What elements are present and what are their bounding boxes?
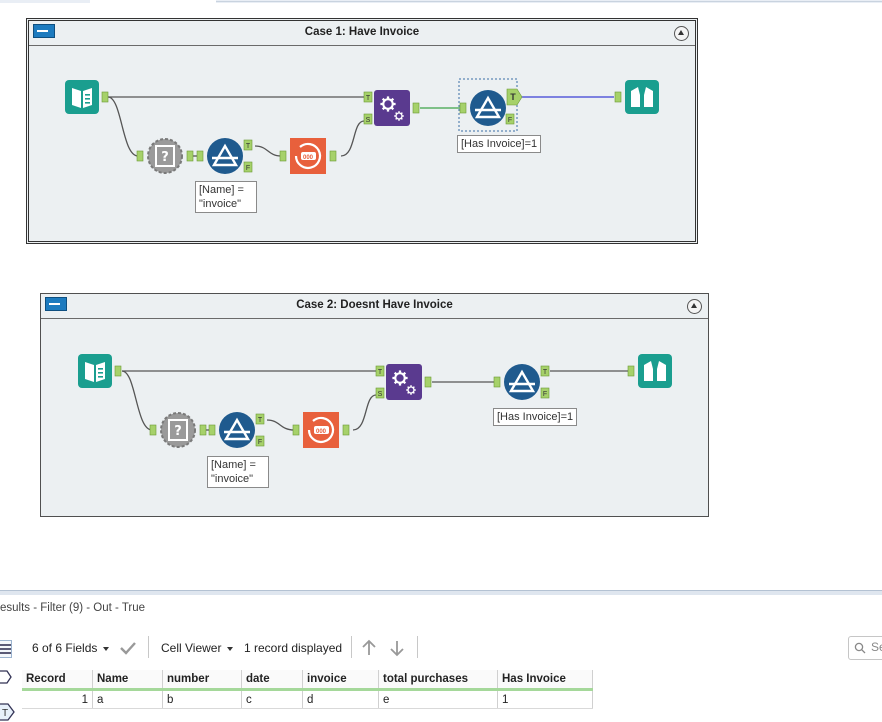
filter-tool-selected[interactable]: T F — [458, 78, 523, 132]
arrow-up-icon[interactable] — [361, 639, 377, 657]
message-icon[interactable] — [0, 668, 12, 686]
svg-text:S: S — [366, 117, 371, 124]
browse-tool[interactable] — [627, 354, 672, 388]
record-id-tool[interactable]: 000 — [292, 412, 350, 448]
table-cell[interactable]: a — [92, 689, 163, 709]
chevron-down-icon — [227, 646, 234, 651]
records-count: 1 record displayed — [244, 641, 343, 655]
table-cell[interactable]: 1 — [22, 689, 93, 709]
filter-annotation: [Name] = "invoice" — [195, 181, 257, 213]
table-cell[interactable]: e — [378, 689, 498, 709]
results-toolbar: 6 of 6 Fields Cell Viewer 1 record displ… — [22, 632, 882, 662]
column-header[interactable]: date — [241, 670, 303, 691]
svg-text:T: T — [378, 369, 383, 376]
input-data-tool[interactable] — [65, 80, 109, 114]
annotation-line: [Name] = — [199, 184, 244, 196]
filter-tool[interactable]: T F — [196, 138, 253, 174]
chevron-down-icon — [103, 646, 110, 651]
dynamic-input-tool[interactable]: ? — [149, 412, 207, 448]
search-icon — [854, 642, 866, 654]
toolbar-separator — [148, 636, 149, 658]
column-header[interactable]: Has Invoice — [497, 670, 593, 691]
input-data-tool[interactable] — [78, 354, 122, 388]
svg-text:T: T — [246, 143, 251, 150]
svg-text:T: T — [543, 369, 548, 376]
toolbar-separator — [351, 636, 352, 658]
append-fields-tool[interactable]: T S — [363, 90, 420, 126]
svg-text:T: T — [258, 417, 263, 424]
table-cell[interactable]: b — [162, 689, 242, 709]
svg-text:F: F — [508, 117, 512, 124]
results-table: Record Name number date invoice total pu… — [22, 670, 593, 709]
annotation-line: [Name] = — [211, 459, 256, 471]
column-header[interactable]: number — [162, 670, 242, 691]
workflow-canvas: ? T F 000 T S T F ? T F 000 T S T F — [65, 78, 672, 448]
table-cell[interactable]: c — [241, 689, 303, 709]
svg-text:F: F — [543, 391, 547, 398]
svg-text:T: T — [366, 95, 371, 102]
record-id-tool[interactable]: 000 — [279, 138, 337, 174]
column-header[interactable]: Record — [22, 670, 93, 691]
filter-tool[interactable]: T F — [493, 364, 550, 400]
fields-label: 6 of 6 Fields — [32, 641, 98, 655]
table-row[interactable]: 1 a b c d e 1 — [22, 689, 593, 709]
table-cell[interactable]: 1 — [497, 689, 593, 709]
search-placeholder: Se — [871, 640, 882, 654]
svg-text:?: ? — [174, 424, 182, 439]
browse-tool[interactable] — [614, 80, 659, 114]
svg-text:?: ? — [161, 150, 169, 165]
cell-viewer-dropdown[interactable]: Cell Viewer — [161, 641, 234, 655]
append-fields-tool[interactable]: T S — [375, 364, 432, 400]
svg-text:000: 000 — [316, 429, 327, 435]
table-header-row: Record Name number date invoice total pu… — [22, 670, 593, 691]
results-divider[interactable] — [0, 590, 882, 595]
arrow-down-icon[interactable] — [389, 639, 405, 657]
toolbar-separator — [417, 636, 418, 658]
svg-text:F: F — [246, 165, 250, 172]
column-header[interactable]: total purchases — [378, 670, 498, 691]
viewer-label: Cell Viewer — [161, 641, 222, 655]
annotation-line: "invoice" — [199, 198, 242, 210]
svg-text:000: 000 — [303, 155, 314, 161]
fields-dropdown[interactable]: 6 of 6 Fields — [32, 641, 110, 655]
search-input[interactable]: Se — [848, 636, 882, 660]
column-header[interactable]: invoice — [302, 670, 379, 691]
list-view-icon[interactable] — [0, 640, 12, 658]
results-title: esults - Filter (9) - Out - True — [0, 602, 146, 614]
annotation-line: "invoice" — [211, 473, 254, 485]
filter-annotation: [Name] = "invoice" — [207, 456, 269, 488]
table-cell[interactable]: d — [302, 689, 379, 709]
column-header[interactable]: Name — [92, 670, 163, 691]
svg-text:S: S — [378, 391, 383, 398]
svg-text:T: T — [2, 708, 8, 719]
filter-annotation: [Has Invoice]=1 — [457, 135, 542, 153]
filter-annotation: [Has Invoice]=1 — [493, 408, 578, 426]
checkmark-icon[interactable] — [119, 641, 137, 655]
true-anchor-icon[interactable]: T — [0, 702, 15, 722]
filter-tool[interactable]: T F — [208, 412, 265, 448]
svg-text:T: T — [510, 92, 516, 102]
dynamic-input-tool[interactable]: ? — [136, 138, 194, 174]
svg-text:F: F — [258, 439, 262, 446]
